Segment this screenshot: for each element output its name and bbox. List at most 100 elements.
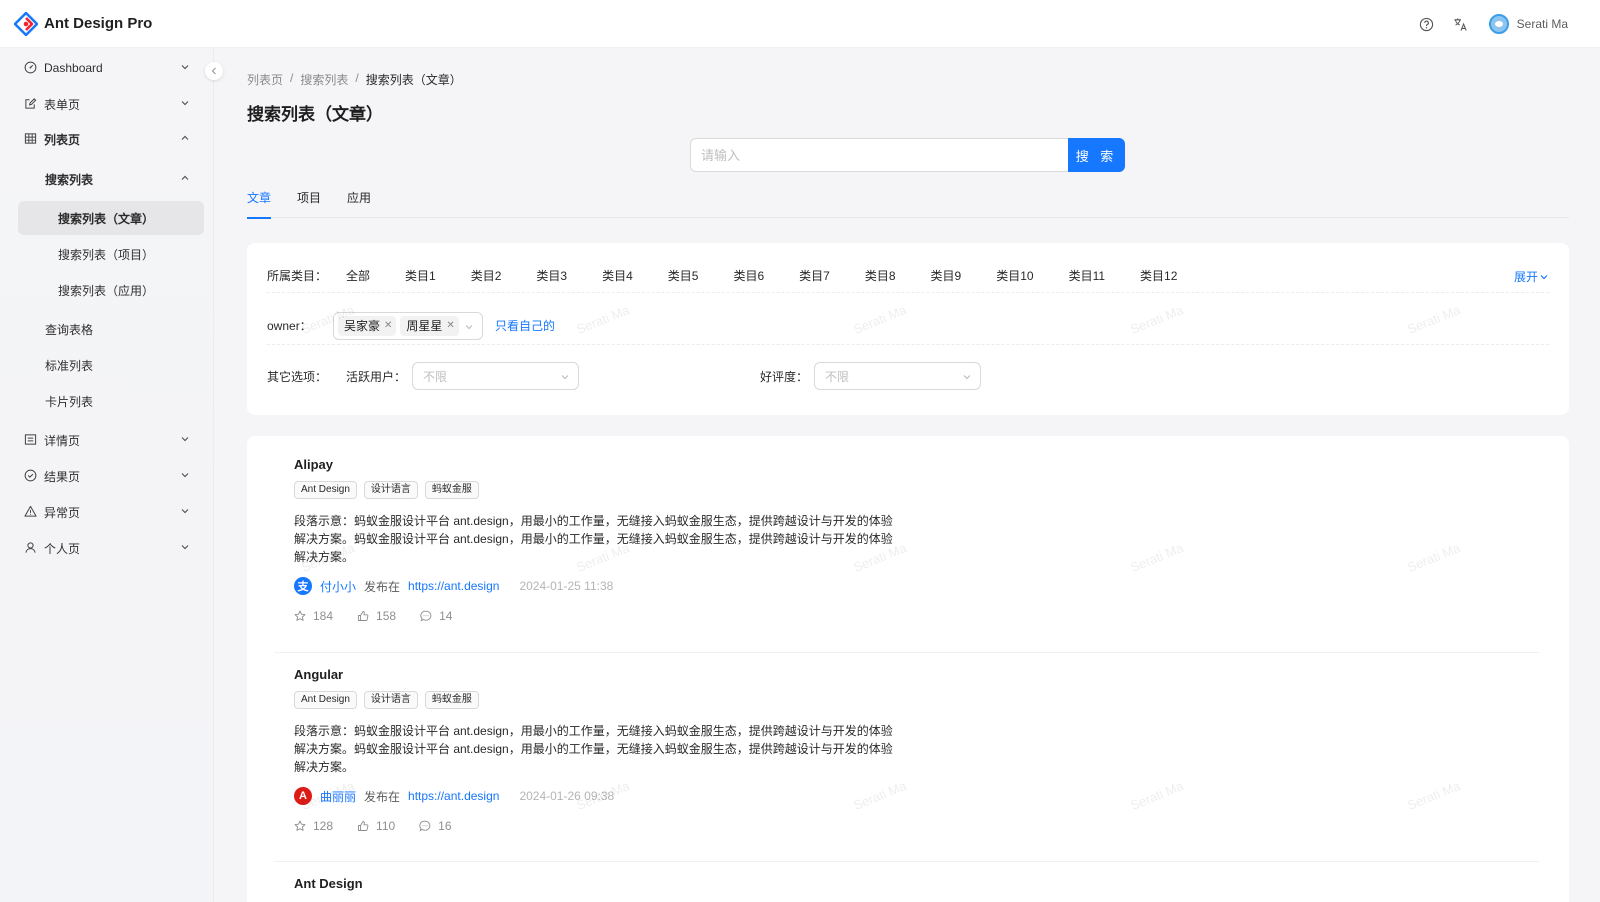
- chevron-down-icon: [180, 506, 190, 516]
- sidebar-item-exception[interactable]: 异常页: [18, 495, 204, 529]
- sidebar-item-table-list[interactable]: 查询表格: [18, 312, 204, 346]
- sidebar-item-search-projects[interactable]: 搜索列表（项目）: [18, 237, 204, 271]
- message-action[interactable]: 16: [419, 819, 452, 833]
- sidebar-item-label: 搜索列表（应用）: [58, 283, 155, 298]
- page-title: 搜索列表（文章）: [247, 105, 383, 124]
- like-action[interactable]: 110: [357, 819, 395, 833]
- owner-select[interactable]: 吴家豪 ✕ 周星星 ✕: [333, 311, 483, 340]
- top-header: Ant Design Pro Serati Ma: [0, 0, 1600, 48]
- chevron-up-icon: [180, 173, 190, 183]
- published-at-label: 发布在: [364, 789, 401, 804]
- article-link[interactable]: https://ant.design: [408, 789, 499, 803]
- logo[interactable]: Ant Design Pro: [14, 11, 152, 36]
- user-icon: [24, 541, 38, 555]
- star-icon: [294, 610, 306, 621]
- owner-filter-row: owner： 吴家豪 ✕ 周星星 ✕ 只看自己的: [267, 307, 1549, 345]
- category-tag[interactable]: 类目3: [536, 267, 567, 284]
- sidebar-item-label: 卡片列表: [45, 394, 94, 409]
- tab-projects[interactable]: 项目: [297, 190, 321, 218]
- star-action[interactable]: 128: [294, 819, 333, 833]
- like-action[interactable]: 158: [357, 609, 396, 623]
- category-tags: 全部 类目1 类目2 类目3 类目4 类目5 类目6 类目7 类目8 类目9 类…: [346, 267, 1212, 284]
- category-tag[interactable]: 类目7: [799, 267, 830, 284]
- rating-select[interactable]: 不限: [814, 362, 982, 390]
- search-input[interactable]: [690, 138, 1068, 172]
- breadcrumb-item[interactable]: 列表页: [247, 71, 283, 88]
- category-tag[interactable]: 类目9: [931, 267, 962, 284]
- sidebar-item-search-apps[interactable]: 搜索列表（应用）: [18, 273, 204, 307]
- translation-icon[interactable]: [1445, 8, 1477, 40]
- sidebar-item-search-articles[interactable]: 搜索列表（文章）: [18, 201, 204, 235]
- star-action[interactable]: 184: [294, 609, 333, 623]
- breadcrumb-separator: /: [290, 71, 294, 85]
- close-icon[interactable]: ✕: [384, 320, 392, 331]
- breadcrumb-item[interactable]: 搜索列表: [300, 71, 348, 88]
- sidebar-item-label: 搜索列表（文章）: [58, 211, 155, 226]
- user-menu[interactable]: Serati Ma: [1488, 14, 1568, 34]
- star-count: 184: [313, 609, 334, 623]
- sidebar-item-profile[interactable]: 详情页: [18, 423, 204, 457]
- alipay-avatar: 支: [294, 577, 312, 595]
- owner-tag: 周星星 ✕: [400, 315, 459, 336]
- expand-button[interactable]: 展开: [1514, 268, 1549, 285]
- article-title[interactable]: Angular: [294, 667, 1542, 682]
- owner-tag-label: 吴家豪: [344, 319, 381, 333]
- question-circle-icon[interactable]: [1411, 8, 1443, 40]
- article-tag: 蚂蚁金服: [424, 481, 479, 499]
- active-user-select[interactable]: 不限: [412, 362, 580, 390]
- like-count: 158: [376, 609, 397, 623]
- chevron-down-icon: [180, 62, 190, 72]
- article-owner[interactable]: 曲丽丽: [320, 788, 356, 805]
- chevron-down-icon: [180, 98, 190, 108]
- star-icon: [294, 820, 306, 831]
- only-mine-link[interactable]: 只看自己的: [495, 317, 555, 334]
- category-tag[interactable]: 类目5: [668, 267, 699, 284]
- category-tag[interactable]: 类目4: [602, 267, 633, 284]
- message-icon: [419, 820, 431, 832]
- category-tag[interactable]: 类目10: [996, 267, 1033, 284]
- close-icon[interactable]: ✕: [446, 320, 454, 331]
- category-tag[interactable]: 全部: [346, 267, 370, 284]
- article-tag: Ant Design: [294, 481, 357, 499]
- rating-label: 好评度：: [760, 369, 809, 384]
- sidebar-item-account[interactable]: 个人页: [18, 531, 204, 565]
- sidebar-item-card-list[interactable]: 卡片列表: [18, 384, 204, 418]
- sidebar-item-result[interactable]: 结果页: [18, 459, 204, 493]
- list-divider: [274, 861, 1539, 862]
- sidebar-item-dashboard[interactable]: Dashboard: [18, 51, 204, 85]
- tab-articles[interactable]: 文章: [247, 190, 272, 219]
- table-icon: [24, 132, 38, 146]
- sidebar-item-search-list[interactable]: 搜索列表: [18, 162, 204, 196]
- chevron-down-icon: [962, 372, 972, 382]
- dashboard-icon: [24, 61, 38, 75]
- sidebar-collapse-button[interactable]: [205, 62, 223, 80]
- other-options-label: 其它选项：: [267, 369, 328, 384]
- owner-label: owner：: [267, 319, 312, 333]
- chevron-down-icon: [180, 434, 190, 444]
- category-tag[interactable]: 类目2: [471, 267, 502, 284]
- list-divider: [274, 652, 1539, 653]
- search-button[interactable]: 搜 索: [1068, 138, 1125, 172]
- article-tags: Ant Design 设计语言 蚂蚁金服: [294, 481, 1542, 499]
- category-tag[interactable]: 类目11: [1069, 267, 1105, 284]
- message-action[interactable]: 14: [420, 609, 452, 623]
- article-link[interactable]: https://ant.design: [408, 579, 499, 593]
- list-item: Alipay Ant Design 设计语言 蚂蚁金服 段落示意：蚂蚁金服设计平…: [294, 457, 1542, 623]
- like-icon: [358, 821, 369, 831]
- category-tag[interactable]: 类目6: [733, 267, 764, 284]
- sidebar-item-list[interactable]: 列表页: [18, 122, 204, 156]
- article-owner[interactable]: 付小小: [320, 578, 356, 595]
- article-title[interactable]: Alipay: [294, 457, 1542, 472]
- sidebar-item-basic-list[interactable]: 标准列表: [18, 348, 204, 382]
- check-circle-icon: [24, 469, 38, 483]
- category-tag[interactable]: 类目12: [1140, 267, 1177, 284]
- category-tag[interactable]: 类目1: [405, 267, 436, 284]
- chevron-left-icon: [211, 67, 216, 75]
- rating-placeholder: 不限: [825, 369, 850, 384]
- article-title[interactable]: Ant Design: [294, 876, 1542, 891]
- category-tag[interactable]: 类目8: [865, 267, 896, 284]
- owner-tag-label: 周星星: [406, 319, 443, 333]
- sidebar-item-form[interactable]: 表单页: [18, 87, 204, 121]
- tab-applications[interactable]: 应用: [347, 190, 371, 218]
- list-item: Angular Ant Design 设计语言 蚂蚁金服 段落示意：蚂蚁金服设计…: [294, 667, 1542, 833]
